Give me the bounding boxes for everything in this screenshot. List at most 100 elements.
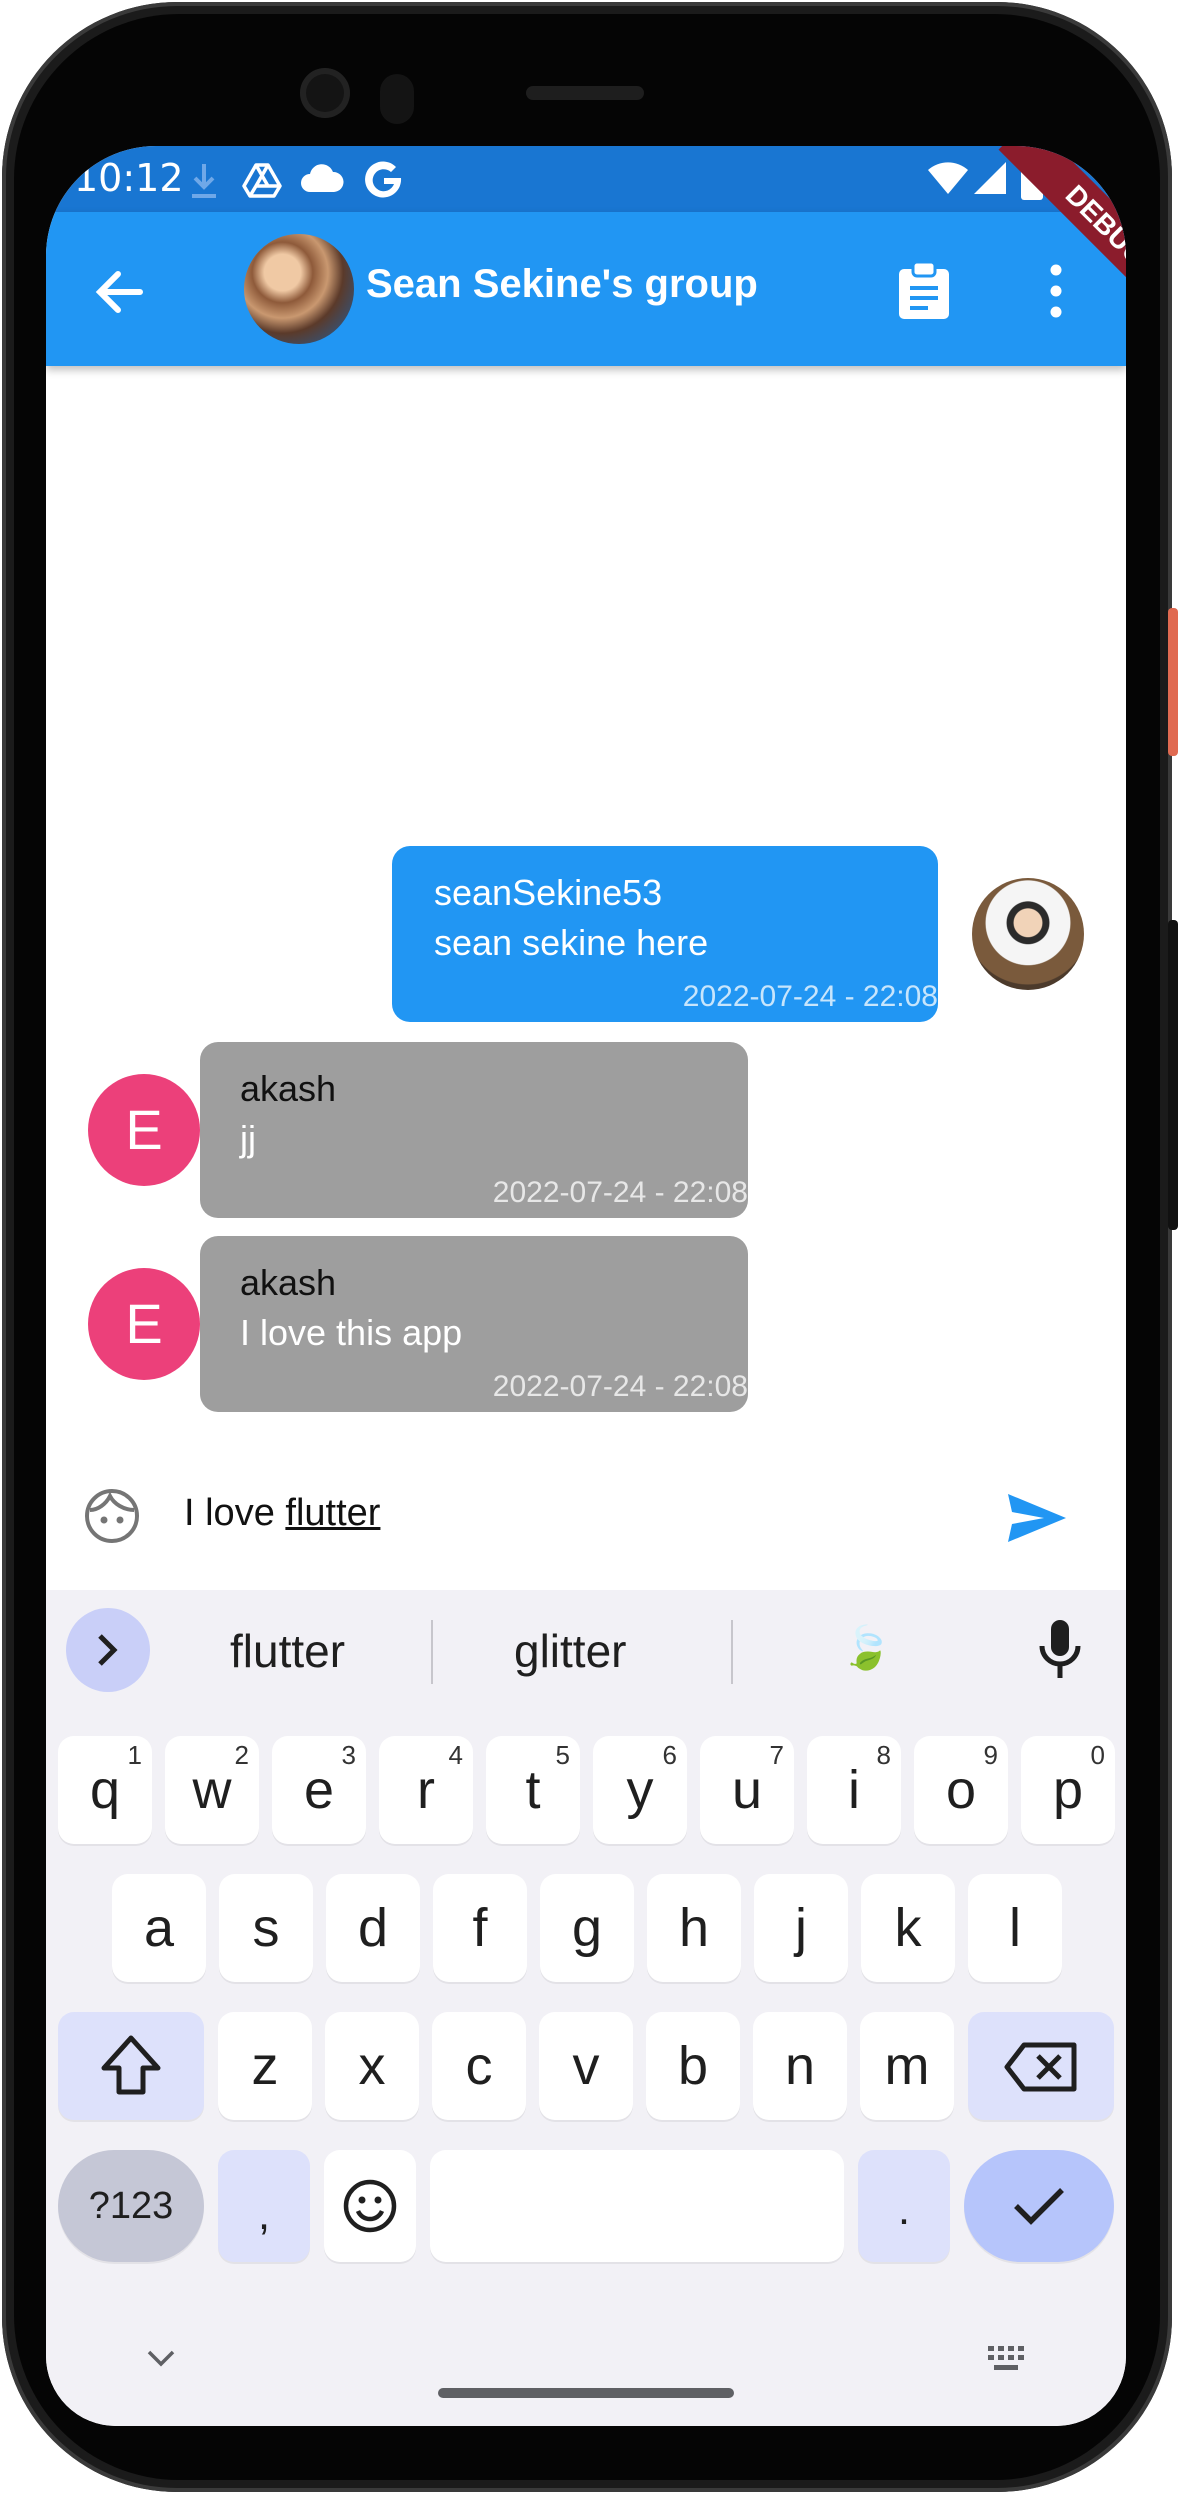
key-w[interactable]: w2 bbox=[165, 1736, 259, 1844]
key-number-hint: 4 bbox=[448, 1740, 463, 1770]
key-i[interactable]: i8 bbox=[807, 1736, 901, 1844]
suggestion-expand-button[interactable] bbox=[66, 1608, 150, 1692]
message-bubble[interactable]: akash I love this app 2022-07-24 - 22:08 bbox=[200, 1236, 748, 1412]
key-m[interactable]: m bbox=[860, 2012, 954, 2120]
smiley-icon bbox=[343, 2179, 397, 2233]
message-bubble[interactable]: seanSekine53 sean sekine here 2022-07-24… bbox=[392, 846, 938, 1022]
emoji-key[interactable] bbox=[324, 2150, 416, 2262]
message-bubble[interactable]: akash jj 2022-07-24 - 22:08 bbox=[200, 1042, 748, 1218]
key-number-hint: 2 bbox=[234, 1740, 249, 1770]
message-sender: seanSekine53 bbox=[434, 872, 663, 913]
microphone-icon[interactable] bbox=[1036, 1618, 1084, 1682]
key-z[interactable]: z bbox=[218, 2012, 312, 2120]
group-avatar[interactable] bbox=[244, 234, 354, 344]
message-input[interactable]: I love flutter bbox=[184, 1492, 380, 1535]
status-time: 10:12 bbox=[74, 156, 184, 200]
message-time: 2022-07-24 - 22:08 bbox=[492, 1370, 748, 1403]
app-bar: Sean Sekine's group bbox=[46, 212, 1126, 366]
emoji-face-icon[interactable] bbox=[84, 1488, 140, 1544]
suggestion-divider bbox=[731, 1620, 733, 1684]
key-u[interactable]: u7 bbox=[700, 1736, 794, 1844]
key-letter: r bbox=[417, 1760, 435, 1820]
key-t[interactable]: t5 bbox=[486, 1736, 580, 1844]
key-number-hint: 0 bbox=[1090, 1740, 1105, 1770]
gesture-nav-bar[interactable] bbox=[438, 2388, 734, 2398]
drive-icon bbox=[242, 163, 282, 198]
suggestion-divider bbox=[431, 1620, 433, 1684]
space-key[interactable] bbox=[430, 2150, 844, 2262]
shift-key[interactable] bbox=[58, 2012, 204, 2120]
key-o[interactable]: o9 bbox=[914, 1736, 1008, 1844]
avatar[interactable]: E bbox=[88, 1268, 200, 1380]
key-k[interactable]: k bbox=[861, 1874, 955, 1982]
suggestion-1[interactable]: flutter bbox=[230, 1624, 345, 1678]
key-number-hint: 3 bbox=[341, 1740, 356, 1770]
clipboard-icon[interactable] bbox=[896, 262, 952, 320]
input-text-composing: flutter bbox=[285, 1492, 381, 1534]
key-letter: y bbox=[626, 1760, 654, 1820]
key-number-hint: 8 bbox=[876, 1740, 891, 1770]
backspace-key[interactable] bbox=[968, 2012, 1114, 2120]
wifi-icon bbox=[928, 162, 968, 194]
suggestion-emoji[interactable]: 🍃 bbox=[840, 1624, 892, 1673]
key-q[interactable]: q1 bbox=[58, 1736, 152, 1844]
enter-key[interactable] bbox=[964, 2150, 1114, 2262]
key-number-hint: 6 bbox=[662, 1740, 677, 1770]
symbols-key[interactable]: ?123 bbox=[58, 2150, 204, 2262]
key-letter: e bbox=[303, 1760, 335, 1820]
chevron-right-icon bbox=[98, 1634, 118, 1666]
signal-icon bbox=[974, 162, 1006, 194]
keyboard-switch-icon[interactable] bbox=[986, 2344, 1030, 2374]
message-sender: akash bbox=[240, 1068, 337, 1109]
key-letter: u bbox=[731, 1760, 763, 1820]
backspace-icon bbox=[1004, 2042, 1077, 2092]
shift-icon bbox=[101, 2035, 161, 2095]
comma-key[interactable]: , bbox=[218, 2150, 310, 2262]
screen: 10:12 Sean Sekine's group DEBUG seanSeki… bbox=[46, 146, 1126, 2426]
avatar[interactable] bbox=[972, 878, 1084, 990]
power-button bbox=[1168, 608, 1178, 756]
key-b[interactable]: b bbox=[646, 2012, 740, 2120]
hide-keyboard-chevron-icon[interactable] bbox=[146, 2348, 176, 2368]
input-text-plain: I love bbox=[184, 1492, 286, 1534]
key-e[interactable]: e3 bbox=[272, 1736, 366, 1844]
key-d[interactable]: d bbox=[326, 1874, 420, 1982]
key-v[interactable]: v bbox=[539, 2012, 633, 2120]
key-letter: o bbox=[945, 1760, 977, 1820]
key-x[interactable]: x bbox=[325, 2012, 419, 2120]
message-text: I love this app bbox=[240, 1312, 463, 1353]
key-letter: t bbox=[525, 1760, 541, 1820]
message-time: 2022-07-24 - 22:08 bbox=[492, 1176, 748, 1209]
earpiece-speaker bbox=[526, 86, 644, 100]
key-number-hint: 9 bbox=[983, 1740, 998, 1770]
key-r[interactable]: r4 bbox=[379, 1736, 473, 1844]
key-f[interactable]: f bbox=[433, 1874, 527, 1982]
key-a[interactable]: a bbox=[112, 1874, 206, 1982]
key-letter: w bbox=[192, 1760, 232, 1820]
key-s[interactable]: s bbox=[219, 1874, 313, 1982]
message-composer: I love flutter bbox=[46, 1446, 1126, 1574]
period-key[interactable]: . bbox=[858, 2150, 950, 2262]
key-letter: q bbox=[89, 1760, 121, 1820]
key-y[interactable]: y6 bbox=[593, 1736, 687, 1844]
back-arrow-icon[interactable] bbox=[90, 262, 150, 322]
message-text: jj bbox=[240, 1118, 256, 1159]
cloud-icon bbox=[301, 164, 344, 192]
key-j[interactable]: j bbox=[754, 1874, 848, 1982]
send-icon[interactable] bbox=[1006, 1492, 1068, 1544]
key-n[interactable]: n bbox=[753, 2012, 847, 2120]
volume-button bbox=[1168, 920, 1178, 1230]
more-vert-icon[interactable] bbox=[1036, 258, 1076, 324]
key-l[interactable]: l bbox=[968, 1874, 1062, 1982]
key-h[interactable]: h bbox=[647, 1874, 741, 1982]
key-letter: p bbox=[1052, 1760, 1084, 1820]
google-g-icon bbox=[365, 161, 402, 198]
soft-keyboard: flutter glitter 🍃 q1w2e3r4t5y6u7i8o9p0 a… bbox=[46, 1590, 1126, 2426]
key-p[interactable]: p0 bbox=[1021, 1736, 1115, 1844]
key-g[interactable]: g bbox=[540, 1874, 634, 1982]
message-time: 2022-07-24 - 22:08 bbox=[682, 980, 938, 1013]
suggestion-2[interactable]: glitter bbox=[514, 1624, 626, 1678]
avatar[interactable]: E bbox=[88, 1074, 200, 1186]
key-c[interactable]: c bbox=[432, 2012, 526, 2120]
key-letter: i bbox=[848, 1760, 860, 1820]
